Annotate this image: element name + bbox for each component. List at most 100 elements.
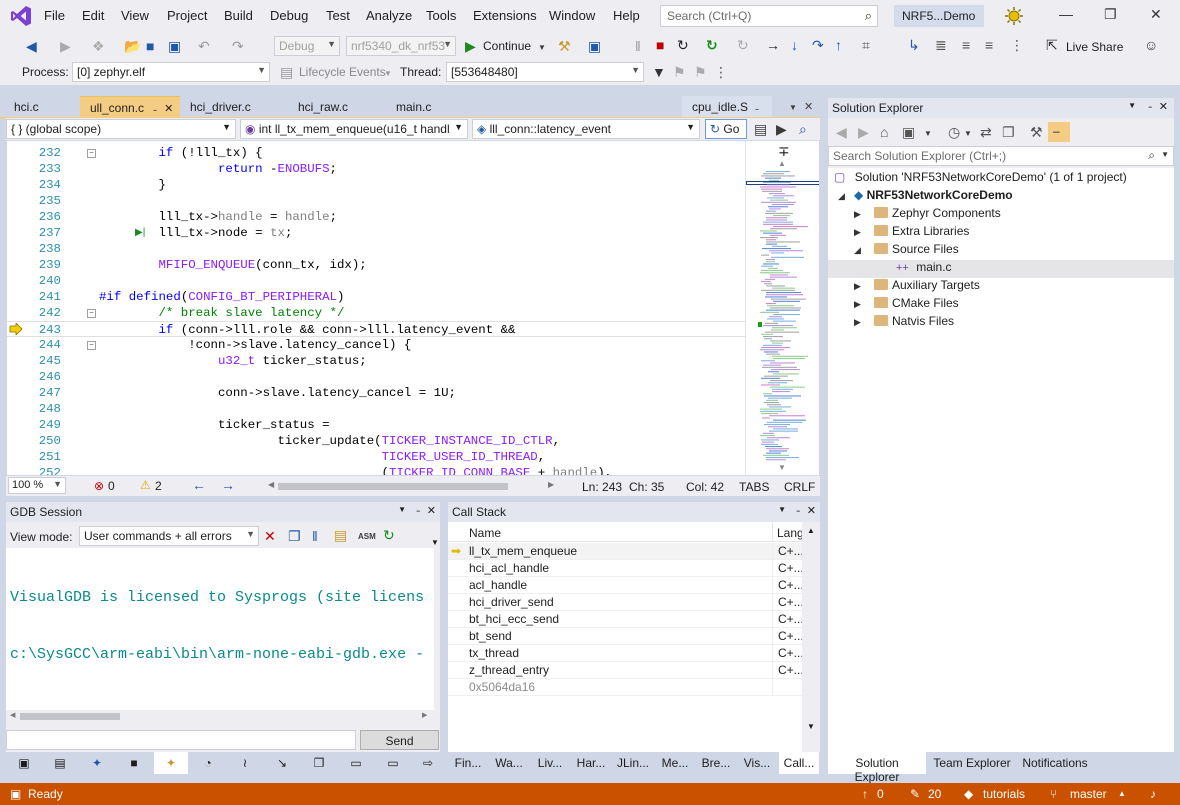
- editor-minimap[interactable]: ∓ ▲ ▼: [745, 141, 819, 475]
- close-panel-icon[interactable]: ✕: [1159, 100, 1168, 113]
- callstack-row[interactable]: 0x5064da16: [448, 679, 802, 696]
- forward-icon[interactable]: ▶: [858, 124, 869, 140]
- code-line[interactable]: 245 u32_t ticker_status;: [7, 353, 747, 369]
- registers-icon[interactable]: ≣: [935, 37, 947, 53]
- restart-icon[interactable]: ↻: [677, 37, 689, 53]
- gdb-vscroll[interactable]: [434, 536, 440, 736]
- callstack-vscroll[interactable]: ▲ ▼: [802, 522, 820, 752]
- copy-icon[interactable]: ❐: [288, 528, 301, 544]
- step-over-icon[interactable]: ↷: [812, 37, 824, 53]
- close-button[interactable]: ✕: [1150, 6, 1162, 23]
- branch-name[interactable]: master: [1070, 787, 1107, 801]
- stop-icon[interactable]: ■: [656, 37, 664, 53]
- step-out-icon[interactable]: ↑: [835, 37, 842, 53]
- tab-console-icon[interactable]: ■: [117, 752, 151, 774]
- close-panel-icon[interactable]: ✕: [807, 504, 816, 517]
- collapsed-arrow-icon[interactable]: ▶: [854, 317, 861, 328]
- horizontal-scrollbar-thumb[interactable]: [278, 483, 508, 490]
- tab-hci-raw-c[interactable]: hci_raw.c: [288, 96, 382, 118]
- disassembly-icon[interactable]: ↳: [908, 37, 920, 53]
- undo-icon[interactable]: ↶: [198, 38, 210, 54]
- fold-toggle-icon[interactable]: −: [87, 341, 96, 350]
- column-name-header[interactable]: Name: [469, 526, 501, 540]
- tab-live-watch-icon[interactable]: ≀: [228, 752, 262, 774]
- toolbar-overflow-icon[interactable]: ⋮: [714, 64, 728, 80]
- callstack-row[interactable]: ➡ ll_tx_mem_enqueue C+...: [448, 543, 804, 560]
- tab-live-variables[interactable]: Liv...: [531, 752, 569, 774]
- panel-menu-icon[interactable]: ▼: [778, 505, 786, 514]
- sync-icon[interactable]: ⇄: [980, 124, 992, 140]
- tab-watch[interactable]: Wa...: [490, 752, 528, 774]
- code-line[interactable]: 236 lll_tx->handle = handle;: [7, 209, 747, 225]
- tab-raw-terminal-icon[interactable]: ▭: [376, 752, 410, 774]
- process-select[interactable]: [0] zephyr.elf ▼: [72, 62, 270, 82]
- tab-close-icon[interactable]: ✕: [164, 103, 173, 115]
- code-line[interactable]: 250 ticker_update(TICKER_INSTANCE_ID_CTL…: [7, 433, 747, 449]
- callstack-row[interactable]: bt_hci_ecc_send C+...: [448, 611, 804, 628]
- lifecycle-dropdown-icon[interactable]: ▼: [384, 66, 392, 82]
- gdb-hscroll-thumb[interactable]: [20, 713, 120, 720]
- tab-profiler-icon[interactable]: ◔: [191, 752, 225, 774]
- close-panel-icon[interactable]: ✕: [427, 504, 436, 517]
- tree-item-extra-libraries[interactable]: ▶ Extra Libraries: [854, 224, 969, 242]
- scroll-end-icon[interactable]: ▼: [431, 538, 439, 547]
- open-file-icon[interactable]: 📂: [124, 38, 141, 54]
- gdb-output[interactable]: VisualGDB is licensed to Sysprogs (site …: [6, 548, 434, 710]
- menu-test[interactable]: Test: [326, 8, 350, 23]
- code-line[interactable]: 251 TICKER_USER_ID_THREAD,: [7, 449, 747, 465]
- switch-views-icon[interactable]: ▣: [902, 124, 915, 140]
- menu-file[interactable]: File: [44, 8, 65, 23]
- gdb-command-input[interactable]: [6, 730, 356, 750]
- menu-edit[interactable]: Edit: [82, 8, 104, 23]
- fold-toggle-icon[interactable]: −: [87, 309, 96, 318]
- callstack-row[interactable]: acl_handle C+...: [448, 577, 804, 594]
- tab-hci-driver-c[interactable]: hci_driver.c: [180, 96, 284, 118]
- tab-ull-conn-c[interactable]: ull_conn.c ˗ ✕: [80, 96, 182, 118]
- callstack-row[interactable]: bt_send C+...: [448, 628, 804, 645]
- collapsed-arrow-icon[interactable]: ▶: [854, 281, 861, 292]
- arrow-up-icon[interactable]: ↑: [862, 787, 868, 801]
- tab-hci-c[interactable]: hci.c: [4, 96, 74, 118]
- collapse-all-icon[interactable]: ❐: [1002, 124, 1015, 140]
- screen-icon[interactable]: ▣: [588, 38, 601, 54]
- pin-panel-icon[interactable]: ˗: [416, 504, 420, 516]
- pin-panel-icon[interactable]: ˗: [796, 504, 800, 516]
- gdb-hscroll[interactable]: ◀ ▶: [6, 710, 434, 722]
- expanded-arrow-icon[interactable]: ◢: [838, 191, 845, 202]
- collapsed-arrow-icon[interactable]: ▶: [854, 209, 861, 220]
- tree-project[interactable]: ◢ ◆ NRF53NetworkCoreDemo: [838, 188, 1013, 206]
- hscroll-right-icon[interactable]: ▶: [422, 711, 427, 719]
- forward-icon[interactable]: ▶: [60, 38, 71, 54]
- indent-mode[interactable]: TABS: [739, 480, 769, 494]
- code-line[interactable]: 237 lll_tx->node = tx;: [7, 225, 747, 241]
- menu-window[interactable]: Window: [549, 8, 595, 23]
- notifications-bell-icon[interactable]: ♪: [1150, 787, 1156, 801]
- refresh-icon[interactable]: ↻: [706, 37, 718, 53]
- code-line[interactable]: 249 ticker_status =: [7, 417, 747, 433]
- comment-icon[interactable]: ≡: [962, 37, 970, 53]
- function-select[interactable]: ◉ int ll_tx_mem_enqueue(u16_t handl ▼: [240, 119, 468, 139]
- scroll-up-icon[interactable]: ▲: [778, 159, 786, 168]
- hscroll-left-icon[interactable]: ◀: [10, 711, 15, 719]
- code-line[interactable]: 234 }: [7, 177, 747, 193]
- back-icon[interactable]: ◀: [26, 38, 37, 54]
- minimize-button[interactable]: —: [1059, 6, 1073, 22]
- save-icon[interactable]: ■: [146, 38, 154, 54]
- preview-selected-button[interactable]: ‒: [1048, 122, 1070, 142]
- code-editor[interactable]: 232− if (!lll_tx) {233 return -ENOBUFS; 2…: [6, 140, 820, 476]
- save-all-icon[interactable]: ▣: [168, 38, 181, 54]
- callstack-row[interactable]: hci_acl_handle C+...: [448, 560, 804, 577]
- pending-dropdown-icon[interactable]: ▼: [964, 126, 972, 142]
- tab-memory[interactable]: Me...: [656, 752, 694, 774]
- menu-analyze[interactable]: Analyze: [366, 8, 412, 23]
- menu-debug[interactable]: Debug: [270, 8, 308, 23]
- menu-view[interactable]: View: [121, 8, 149, 23]
- asm-icon[interactable]: ASM: [358, 529, 376, 545]
- step-into-icon[interactable]: ↓: [791, 37, 798, 53]
- back-icon[interactable]: ◀: [836, 124, 847, 140]
- tree-item-zephyr-components[interactable]: ▶ Zephyr Components: [854, 206, 1001, 224]
- filter-icon[interactable]: ▼: [652, 64, 666, 80]
- tab-hardware-registers[interactable]: Har...: [572, 752, 610, 774]
- continue-dropdown-icon[interactable]: ▼: [538, 40, 546, 56]
- pause-icon[interactable]: ‖: [635, 38, 641, 54]
